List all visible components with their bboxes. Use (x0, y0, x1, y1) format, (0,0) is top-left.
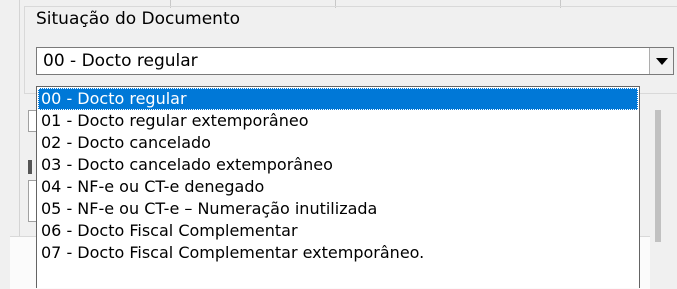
dropdown-option[interactable]: 07 - Docto Fiscal Complementar extemporâ… (38, 242, 638, 264)
dropdown-option[interactable]: 01 - Docto regular extemporâneo (38, 110, 638, 132)
group-title: Situação do Documento (36, 9, 241, 29)
chevron-down-icon (656, 58, 668, 65)
document-status-dropdown-list[interactable]: 00 - Docto regular 01 - Docto regular ex… (36, 86, 640, 288)
document-status-combobox[interactable]: 00 - Docto regular (36, 47, 674, 75)
combobox-selected-value: 00 - Docto regular (43, 51, 198, 71)
combobox-dropdown-button[interactable] (649, 48, 673, 74)
dropdown-option[interactable]: 04 - NF-e ou CT-e denegado (38, 176, 638, 198)
dropdown-option[interactable]: 00 - Docto regular (38, 88, 638, 110)
background-mark (28, 160, 32, 174)
background-scrollbar-thumb[interactable] (655, 110, 661, 242)
dropdown-option[interactable]: 05 - NF-e ou CT-e – Numeração inutilizad… (38, 198, 638, 220)
dropdown-option[interactable]: 03 - Docto cancelado extemporâneo (38, 154, 638, 176)
dropdown-option[interactable]: 06 - Docto Fiscal Complementar (38, 220, 638, 242)
dropdown-option[interactable]: 02 - Docto cancelado (38, 132, 638, 154)
